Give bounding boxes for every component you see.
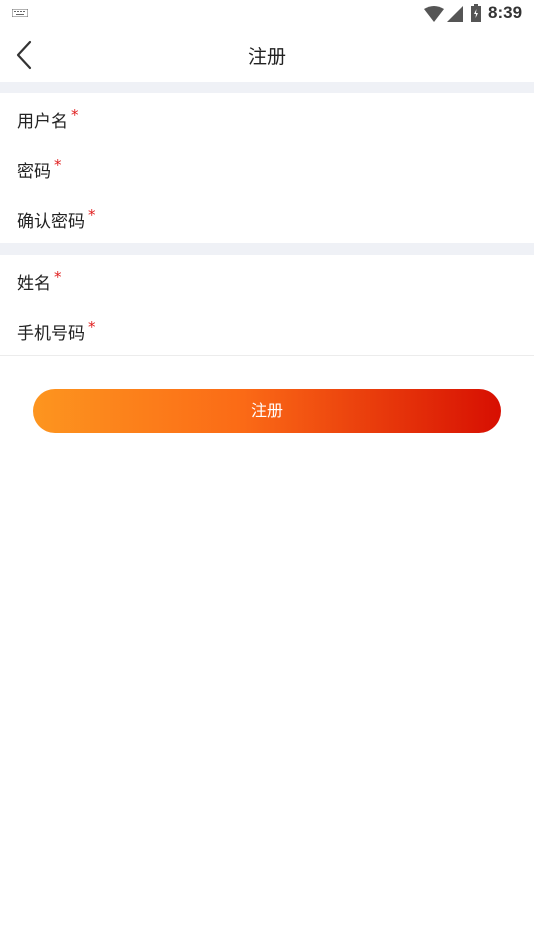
confirm-password-field[interactable]: 确认密码 * (0, 193, 534, 243)
required-mark: * (88, 206, 96, 224)
clock: 8:39 (488, 3, 523, 22)
nav-bar: 注册 (0, 28, 534, 82)
password-label: 密码 * (17, 156, 62, 182)
signal-icon (447, 6, 463, 22)
phone-input[interactable] (130, 315, 514, 347)
name-input[interactable] (130, 265, 514, 297)
section-divider (0, 82, 534, 93)
battery-icon (471, 4, 481, 22)
register-button[interactable]: 注册 (33, 389, 501, 433)
required-mark: * (54, 268, 62, 286)
password-field[interactable]: 密码 * (0, 143, 534, 194)
confirm-password-label: 确认密码 * (17, 206, 96, 232)
phone-label: 手机号码 * (17, 318, 96, 344)
keyboard-icon (12, 9, 28, 17)
confirm-password-input[interactable] (130, 203, 514, 235)
required-mark: * (71, 106, 79, 124)
username-field[interactable]: 用户名 * (0, 93, 534, 144)
password-input[interactable] (130, 153, 514, 185)
required-mark: * (88, 318, 96, 336)
required-mark: * (54, 156, 62, 174)
status-bar: 8:39 (0, 0, 534, 28)
section-divider (0, 243, 534, 255)
wifi-icon (424, 6, 444, 22)
username-label: 用户名 * (17, 106, 79, 132)
page-title: 注册 (247, 46, 286, 68)
username-input[interactable] (130, 103, 514, 135)
phone-field[interactable]: 手机号码 * (0, 305, 534, 356)
name-field[interactable]: 姓名 * (0, 255, 534, 306)
name-label: 姓名 * (17, 268, 62, 294)
